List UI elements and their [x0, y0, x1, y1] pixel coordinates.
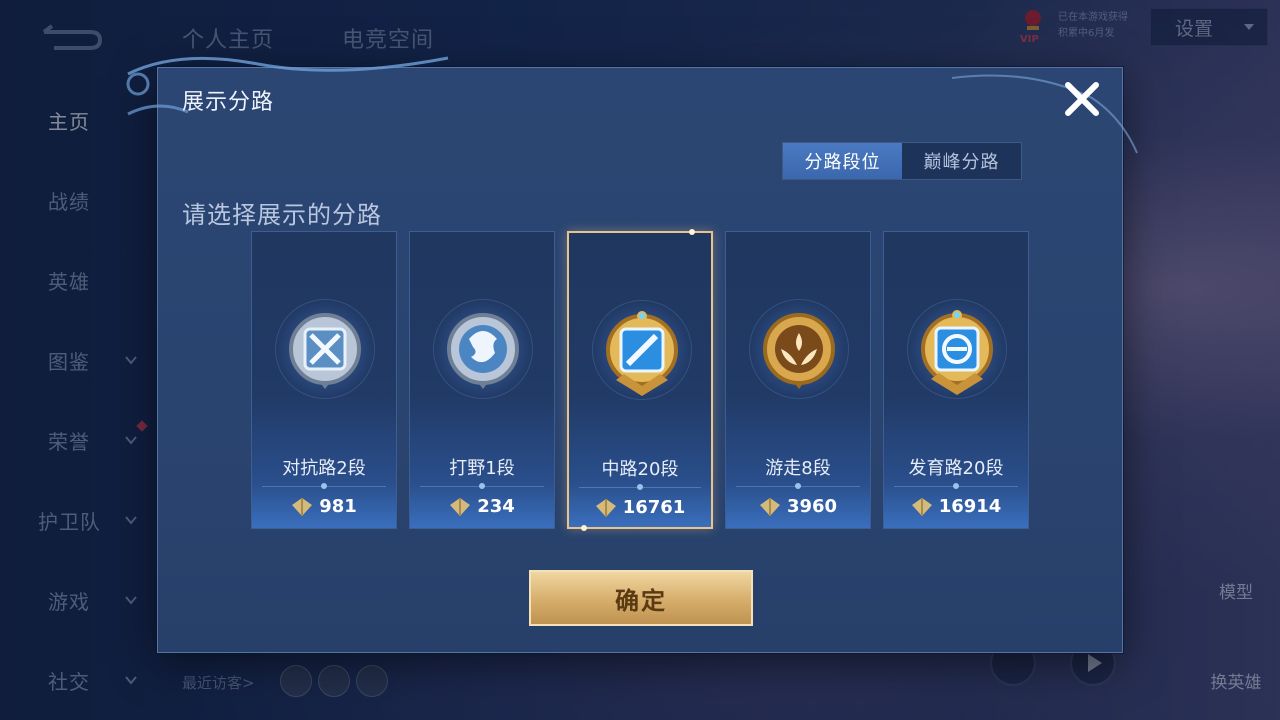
- select-lane-prompt: 请选择展示的分路: [182, 201, 382, 229]
- lane-rank-label: 中路20段: [601, 459, 679, 480]
- lane-score: 234: [410, 496, 554, 517]
- divider: [420, 483, 544, 489]
- tab-lane-rank[interactable]: 分路段位: [783, 143, 902, 179]
- close-icon[interactable]: [1062, 79, 1102, 119]
- lane-card-roam[interactable]: 游走8段 3960: [725, 231, 871, 529]
- rank-points-icon: [450, 497, 471, 516]
- lane-score-value: 234: [477, 496, 515, 517]
- confirm-button[interactable]: 确定: [529, 570, 753, 626]
- selection-corner-dot: [581, 525, 587, 531]
- lane-rank-label: 打野1段: [449, 458, 515, 479]
- divider: [894, 483, 1018, 489]
- rank-points-icon: [911, 497, 932, 516]
- jungle-dragon-silver-badge-icon: [447, 313, 519, 389]
- tab-peak-lane[interactable]: 巅峰分路: [902, 143, 1021, 179]
- rank-points-icon: [595, 498, 616, 517]
- divider-dot: [953, 483, 959, 489]
- rank-points-icon: [759, 497, 780, 516]
- lane-rank-label: 游走8段: [765, 458, 831, 479]
- divider-dot: [795, 483, 801, 489]
- divider: [579, 484, 701, 490]
- divider-dot: [321, 483, 327, 489]
- dialog-title: 展示分路: [182, 90, 275, 115]
- show-lane-dialog: 展示分路 分路段位 巅峰分路 请选择展示的分路 对抗路2段 981 打野1段 2…: [126, 56, 1138, 653]
- divider-dot: [479, 483, 485, 489]
- selection-corner-dot: [689, 229, 695, 235]
- lane-score-value: 3960: [786, 496, 838, 517]
- divider: [736, 483, 860, 489]
- lane-card-mid[interactable]: 中路20段 16761: [567, 229, 713, 531]
- divider: [262, 483, 386, 489]
- lane-rank-label: 发育路20段: [908, 458, 1004, 479]
- lane-score: 3960: [726, 496, 870, 517]
- lane-score-value: 16761: [622, 497, 686, 518]
- roam-wings-gold-badge-icon: [763, 313, 835, 389]
- lane-mode-tabs: 分路段位 巅峰分路: [782, 142, 1022, 180]
- lane-score: 16761: [569, 497, 711, 518]
- divider-dot: [637, 484, 643, 490]
- farm-lane-gold-badge-icon: [921, 310, 993, 395]
- rank-points-icon: [292, 497, 313, 516]
- lane-score-value: 981: [319, 496, 357, 517]
- lane-card-jungle[interactable]: 打野1段 234: [409, 231, 555, 529]
- lane-card-clash[interactable]: 对抗路2段 981: [251, 231, 397, 529]
- lane-rank-label: 对抗路2段: [282, 458, 366, 479]
- clash-lane-silver-badge-icon: [289, 313, 361, 389]
- lane-card-farm[interactable]: 发育路20段 16914: [883, 231, 1029, 529]
- lane-score: 981: [252, 496, 396, 517]
- lane-score-value: 16914: [938, 496, 1002, 517]
- mid-lane-gold-badge-icon: [606, 311, 678, 396]
- lane-score: 16914: [884, 496, 1028, 517]
